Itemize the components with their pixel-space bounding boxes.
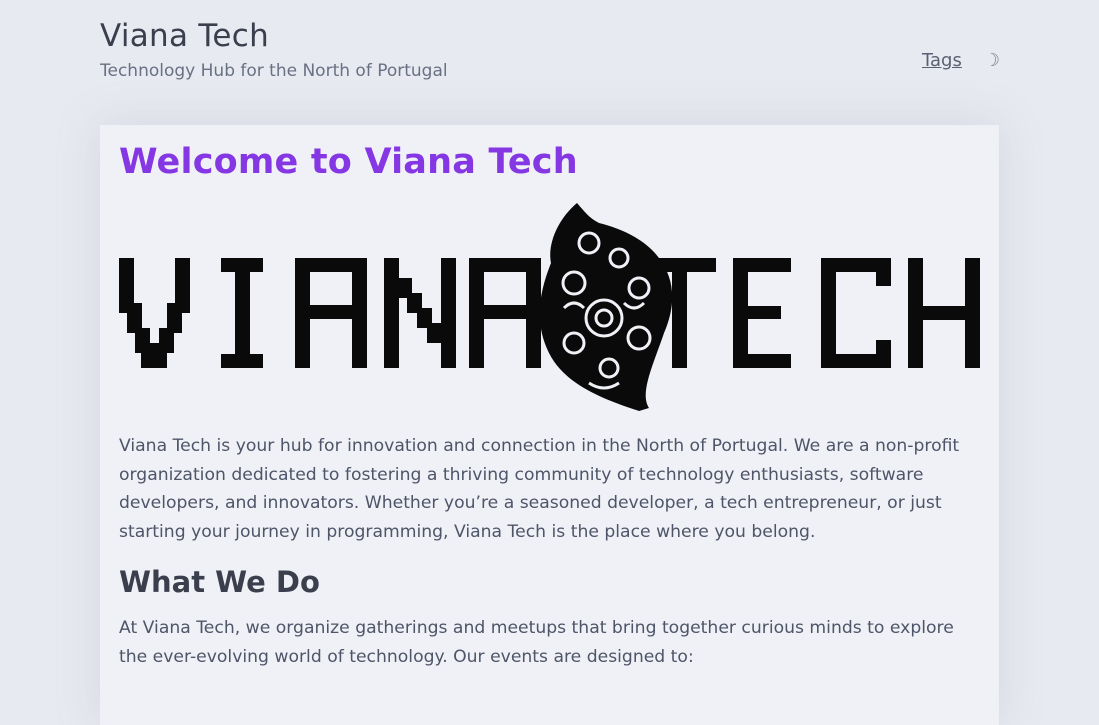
intro-paragraph: Viana Tech is your hub for innovation an…: [119, 436, 960, 542]
page-title: Welcome to Viana Tech: [119, 142, 578, 182]
site-title[interactable]: Viana Tech: [100, 16, 269, 56]
viana-tech-logo: [119, 203, 980, 411]
content-card: Welcome to Viana Tech Viana Tech is your…: [100, 125, 999, 725]
section-heading-what-we-do: What We Do: [119, 565, 320, 599]
site-header: Viana Tech Technology Hub for the North …: [100, 14, 1000, 94]
what-we-do-paragraph: At Viana Tech, we organize gatherings an…: [119, 618, 954, 667]
site-subtitle: Technology Hub for the North of Portugal: [100, 61, 448, 81]
nav-link-tags[interactable]: Tags: [922, 50, 962, 71]
site-nav: Tags ☽: [922, 50, 1000, 71]
ornate-heart-map-icon: [539, 203, 673, 411]
moon-icon[interactable]: ☽: [984, 50, 1000, 71]
